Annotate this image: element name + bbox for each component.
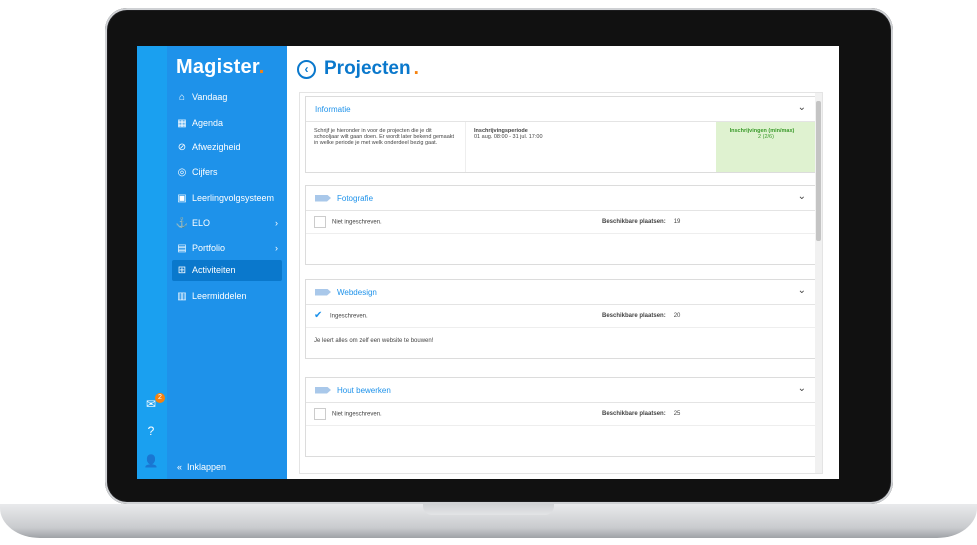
collapse-button[interactable]: « Inklappen <box>177 462 226 472</box>
activities-icon: ⊞ <box>177 265 187 276</box>
title-dot: . <box>413 58 419 79</box>
laptop-base-notch <box>423 504 554 515</box>
chevron-down-icon[interactable]: ⌄ <box>798 285 806 296</box>
scrollbar-thumb[interactable] <box>816 101 821 241</box>
registration-period: Inschrijvingsperiode 01 aug. 08:00 - 31 … <box>466 122 716 172</box>
sidebar-item-afwezigheid[interactable]: ⊘ Afwezigheid <box>172 137 282 158</box>
sidebar-item-agenda[interactable]: ▦ Agenda <box>172 113 282 134</box>
places-label: Beschikbare plaatsen: <box>602 411 666 417</box>
logo[interactable]: Magister. <box>176 56 265 79</box>
tag-icon <box>315 288 331 296</box>
back-arrow-icon[interactable]: ‹ <box>297 59 316 79</box>
sidebar-item-label: Activiteiten <box>192 265 236 275</box>
main-content: ‹ Projecten. Informatie ⌄ Schrijf je hie… <box>287 46 839 479</box>
registration-checkbox[interactable] <box>314 408 326 420</box>
grade-icon: ◎ <box>177 167 187 178</box>
sidebar-item-portfolio[interactable]: ▤ Portfolio › <box>172 238 282 259</box>
project-description <box>306 234 816 264</box>
places-value: 20 <box>673 313 681 319</box>
tag-icon <box>315 386 331 394</box>
scrollbar[interactable] <box>815 93 822 473</box>
places-label: Beschikbare plaatsen: <box>602 219 666 225</box>
icon-rail: ✉ 2 ? 👤 <box>137 46 167 479</box>
project-name: Hout bewerken <box>337 385 391 395</box>
learning-materials-icon: ▥ <box>177 291 187 302</box>
places-value: 25 <box>673 411 681 417</box>
project-header[interactable]: Hout bewerken ⌄ <box>306 378 816 403</box>
double-chevron-left-icon: « <box>177 462 183 472</box>
sidebar-item-label: Leermiddelen <box>192 291 247 301</box>
chevron-down-icon[interactable]: ⌄ <box>798 383 806 394</box>
checkmark-icon[interactable]: ✔ <box>314 311 324 321</box>
registration-status: Ingeschreven. <box>330 313 368 320</box>
sidebar-item-leerlingvolgsysteem[interactable]: ▣ Leerlingvolgsysteem <box>172 188 282 209</box>
chevron-down-icon[interactable]: ⌄ <box>798 191 806 202</box>
project-status-row: Niet ingeschreven. Beschikbare plaatsen:… <box>306 403 816 426</box>
collapse-label: Inklappen <box>187 462 227 472</box>
sidebar-item-label: Portfolio <box>192 243 226 253</box>
sidebar-item-activiteiten[interactable]: ⊞ Activiteiten <box>172 260 282 281</box>
sidebar-item-elo[interactable]: ⚓ ELO › <box>172 213 282 234</box>
home-icon: ⌂ <box>178 92 186 103</box>
info-panel-header[interactable]: Informatie ⌄ <box>306 97 816 122</box>
registration-status: Niet ingeschreven. <box>332 219 382 226</box>
project-panel-hout-bewerken: Hout bewerken ⌄ Niet ingeschreven. Besch… <box>305 377 817 457</box>
registration-checkbox[interactable] <box>314 216 326 228</box>
help-icon[interactable]: ? <box>143 423 159 439</box>
registrations-value: 2 (2/6) <box>758 134 774 140</box>
sidebar-item-cijfers[interactable]: ◎ Cijfers <box>172 162 282 183</box>
student-tracking-icon: ▣ <box>177 193 187 204</box>
project-status-row: Niet ingeschreven. Beschikbare plaatsen:… <box>306 211 816 234</box>
portfolio-icon: ▤ <box>177 243 187 254</box>
sidebar-item-label: Agenda <box>192 118 224 128</box>
user-settings-icon[interactable]: 👤 <box>143 453 159 469</box>
project-status-row: ✔ Ingeschreven. Beschikbare plaatsen: 20 <box>306 305 816 328</box>
sidebar-item-label: Afwezigheid <box>192 142 241 152</box>
project-panel-webdesign: Webdesign ⌄ ✔ Ingeschreven. Beschikbare p… <box>305 279 817 359</box>
page-title: ‹ Projecten. <box>297 58 419 80</box>
screen: ✉ 2 ? 👤 Magister. ⌂ Vandaag ▦ Agenda ⊘ Afwe… <box>137 46 839 479</box>
check-circle-icon: ⊘ <box>177 142 187 153</box>
project-panel-fotografie: Fotografie ⌄ Niet ingeschreven. Beschikb… <box>305 185 817 265</box>
message-count-badge: 2 <box>155 393 165 403</box>
info-panel-body: Schrijf je hieronder in voor de projecte… <box>306 122 816 172</box>
sidebar-item-label: ELO <box>192 218 211 228</box>
registration-period-value: 01 aug. 08:00 - 31 jul. 17:00 <box>474 134 543 140</box>
elo-icon: ⚓ <box>175 218 189 229</box>
places-value: 19 <box>673 219 681 225</box>
logo-text: Magister <box>176 56 259 78</box>
registration-status: Niet ingeschreven. <box>332 411 382 418</box>
sidebar-item-label: Cijfers <box>192 167 218 177</box>
page-title-text: Projecten <box>324 58 411 79</box>
sidebar: Magister. ⌂ Vandaag ▦ Agenda ⊘ Afwezigheid … <box>167 46 287 479</box>
places-label: Beschikbare plaatsen: <box>602 313 666 319</box>
project-name: Webdesign <box>337 287 377 297</box>
info-intro: Schrijf je hieronder in voor de projecte… <box>306 122 466 172</box>
project-name: Fotografie <box>337 193 374 203</box>
info-panel-title: Informatie <box>315 104 351 114</box>
sidebar-item-label: Vandaag <box>192 92 228 102</box>
calendar-icon: ▦ <box>177 118 187 129</box>
chevron-right-icon: › <box>275 218 278 228</box>
sidebar-item-label: Leerlingvolgsysteem <box>192 193 275 203</box>
tag-icon <box>315 194 331 202</box>
project-header[interactable]: Fotografie ⌄ <box>306 186 816 211</box>
project-description <box>306 426 816 456</box>
projects-scroll-area[interactable]: Informatie ⌄ Schrijf je hieronder in voo… <box>299 92 823 474</box>
chevron-down-icon[interactable]: ⌄ <box>798 102 806 113</box>
registrations-count: Inschrijvingen (min/max) 2 (2/6) <box>716 122 816 172</box>
info-panel: Informatie ⌄ Schrijf je hieronder in voo… <box>305 96 817 173</box>
project-header[interactable]: Webdesign ⌄ <box>306 280 816 305</box>
project-description: Je leert alles om zelf een website te bo… <box>314 338 434 344</box>
chevron-right-icon: › <box>275 243 278 253</box>
sidebar-item-leermiddelen[interactable]: ▥ Leermiddelen <box>172 286 282 307</box>
logo-dot: . <box>258 56 265 78</box>
sidebar-item-vandaag[interactable]: ⌂ Vandaag <box>172 87 282 108</box>
